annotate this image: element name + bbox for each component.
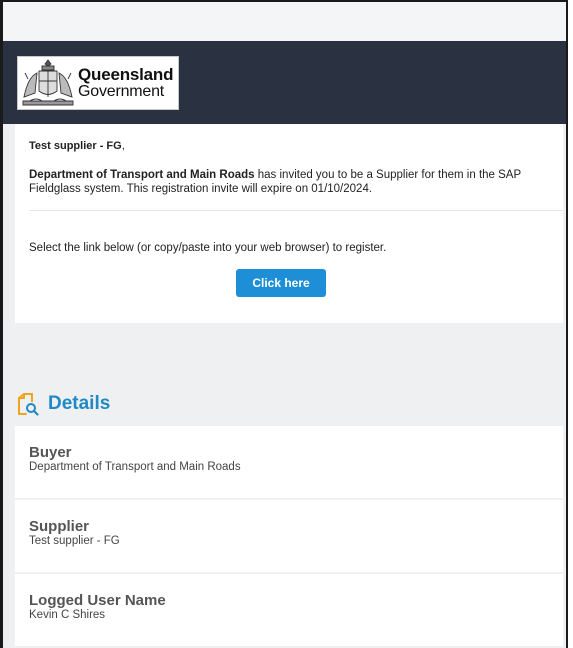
detail-value: Department of Transport and Main Roads bbox=[29, 460, 241, 473]
button-wrap: Click here bbox=[29, 268, 549, 297]
register-instructions: Select the link below (or copy/paste int… bbox=[29, 241, 387, 254]
greeting: Test supplier - FG, bbox=[29, 140, 549, 152]
email-header: Queensland Government bbox=[3, 41, 566, 124]
email-frame: Queensland Government Test supplier - FG… bbox=[0, 0, 568, 648]
invite-message: Department of Transport and Main Roads h… bbox=[29, 169, 549, 197]
invite-message-section: Test supplier - FG, Department of Transp… bbox=[15, 124, 563, 197]
detail-value: Test supplier - FG bbox=[29, 534, 120, 547]
logo-text: Queensland Government bbox=[78, 64, 174, 101]
detail-row-buyer: Buyer Department of Transport and Main R… bbox=[15, 425, 563, 498]
detail-label: Buyer bbox=[29, 443, 72, 461]
document-search-icon bbox=[18, 392, 39, 416]
greeting-punct: , bbox=[121, 140, 125, 152]
invite-card: Test supplier - FG, Department of Transp… bbox=[15, 124, 563, 323]
detail-row-logged-user: Logged User Name Kevin C Shires bbox=[15, 573, 563, 646]
detail-label: Supplier bbox=[29, 517, 90, 535]
top-strip bbox=[3, 2, 566, 41]
detail-value: Kevin C Shires bbox=[29, 608, 106, 621]
register-section: Select the link below (or copy/paste int… bbox=[15, 211, 563, 323]
details-list: Buyer Department of Transport and Main R… bbox=[15, 425, 563, 646]
click-here-button[interactable]: Click here bbox=[236, 268, 326, 297]
logo-line-2: Government bbox=[78, 82, 165, 100]
greeting-name: Test supplier - FG bbox=[29, 140, 122, 152]
detail-row-supplier: Supplier Test supplier - FG bbox=[15, 499, 563, 572]
queensland-crest-icon bbox=[22, 59, 74, 106]
sender-name: Department of Transport and Main Roads bbox=[29, 169, 255, 181]
logo-line-1: Queensland bbox=[78, 64, 174, 84]
detail-label: Logged User Name bbox=[29, 591, 166, 609]
details-header: Details bbox=[3, 391, 566, 417]
details-title: Details bbox=[48, 392, 111, 414]
queensland-government-logo: Queensland Government bbox=[17, 56, 179, 110]
